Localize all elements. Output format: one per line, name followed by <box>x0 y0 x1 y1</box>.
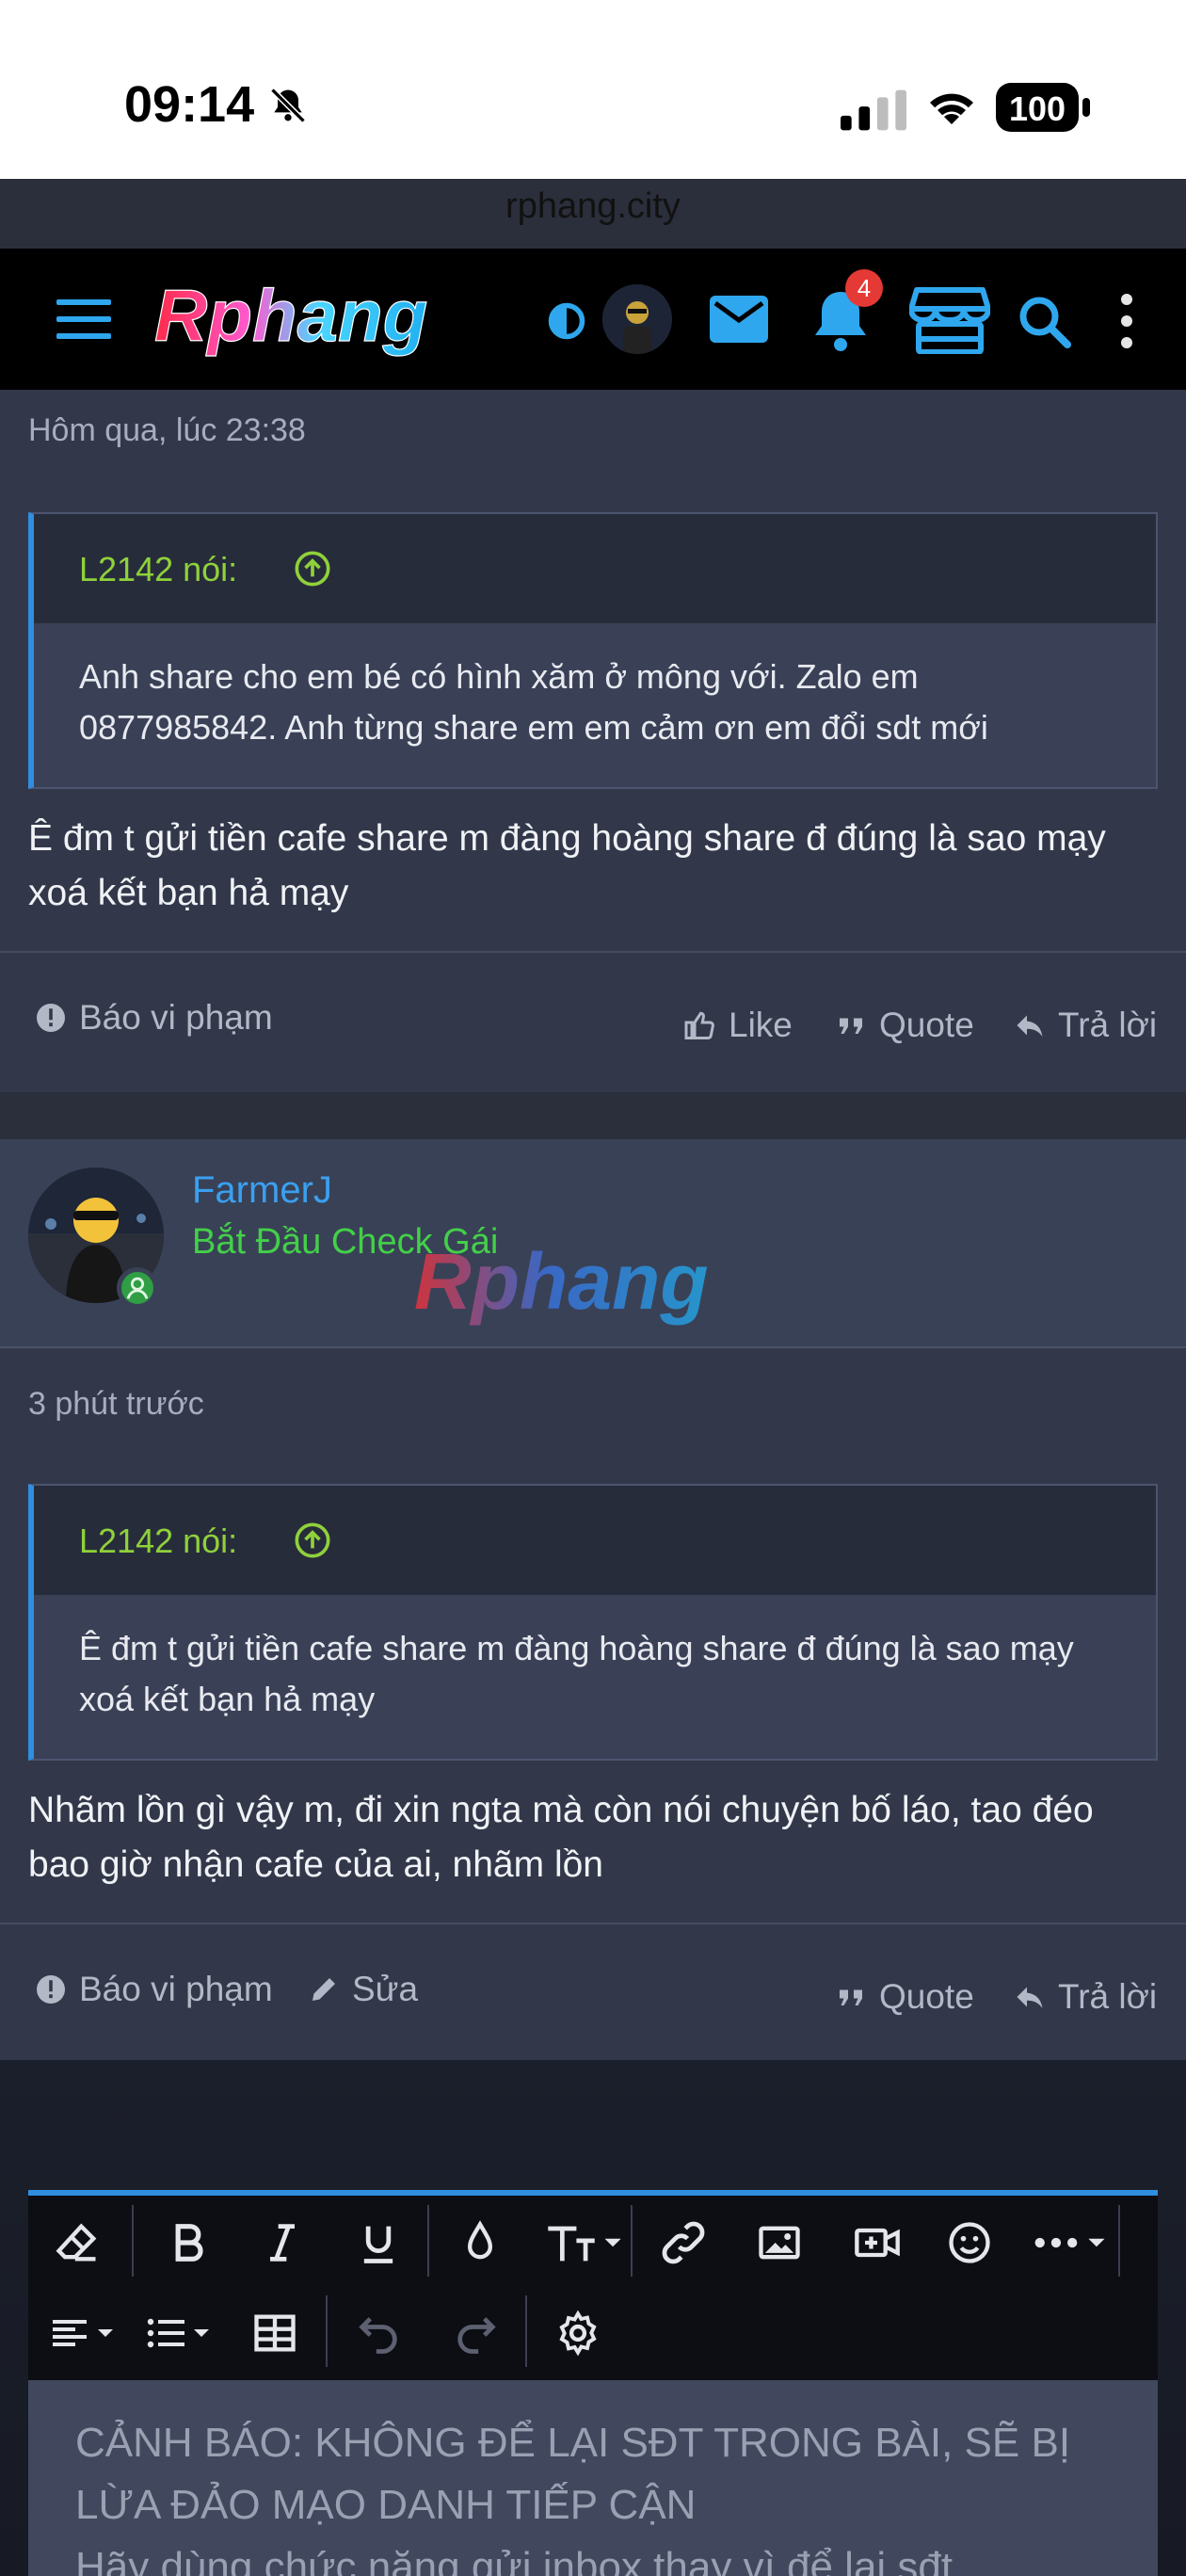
quote-text: Anh share cho em bé có hình xăm ở mông v… <box>34 623 1156 787</box>
editor-toolbar-row-2 <box>28 2286 1158 2376</box>
jump-to-quote-icon[interactable] <box>294 550 331 588</box>
like-button[interactable]: Like <box>683 1006 793 1045</box>
more-options-icon[interactable] <box>1111 292 1143 350</box>
italic-icon[interactable] <box>256 2216 309 2269</box>
like-label: Like <box>729 1006 793 1044</box>
redo-icon[interactable] <box>450 2307 503 2359</box>
search-icon[interactable] <box>1017 294 1071 348</box>
clear-format-icon[interactable] <box>51 2216 104 2269</box>
editor-toolbar-row-1 <box>28 2196 1158 2286</box>
reply-arrow-icon <box>1017 1987 1043 2008</box>
pencil-icon <box>313 1978 335 2001</box>
logo-text: Rphang <box>154 275 427 357</box>
report-label: Báo vi phạm <box>79 998 273 1037</box>
link-icon[interactable] <box>657 2216 710 2269</box>
post-text: Ê đm t gửi tiền cafe share m đàng hoàng … <box>28 818 1106 913</box>
silent-bell-icon <box>270 88 306 123</box>
user-avatar[interactable] <box>602 284 672 354</box>
image-icon[interactable] <box>753 2216 806 2269</box>
mail-icon[interactable] <box>708 294 770 345</box>
quote-label: Quote <box>879 1006 974 1044</box>
reply-label: Trả lời <box>1058 1006 1158 1044</box>
battery-icon: 100 <box>996 83 1090 132</box>
reply-button[interactable]: Trả lời <box>1013 1006 1157 1045</box>
watermark-logo: Rphang <box>414 1237 709 1326</box>
store-icon[interactable] <box>909 286 990 354</box>
report-button[interactable]: Báo vi phạm <box>34 1970 273 2009</box>
menu-icon[interactable] <box>56 298 111 341</box>
quote-block: L2142 nói: Ê đm t gửi tiền cafe share m … <box>28 1484 1158 1761</box>
more-icon[interactable] <box>1028 2216 1113 2269</box>
edit-label: Sửa <box>352 1970 419 2008</box>
divider <box>0 951 1186 953</box>
reply-button[interactable]: Trả lời <box>1013 1977 1157 2017</box>
url-bar[interactable]: rphang.city <box>0 186 1186 227</box>
alert-icon <box>37 1004 65 1032</box>
reply-label: Trả lời <box>1058 1977 1158 2016</box>
report-label: Báo vi phạm <box>79 1970 273 2008</box>
quote-marks-icon <box>840 1989 862 2005</box>
edit-button[interactable]: Sửa <box>307 1970 418 2009</box>
bold-icon[interactable] <box>162 2216 215 2269</box>
editor-placeholder: CẢNH BÁO: KHÔNG ĐỂ LẠI SĐT TRONG BÀI, SẼ… <box>75 2420 1071 2576</box>
underline-icon[interactable] <box>352 2216 405 2269</box>
post-1: Hôm qua, lúc 23:38 L2142 nói: Anh share … <box>0 390 1186 1092</box>
quote-header: L2142 nói: <box>34 514 1156 623</box>
quote-button[interactable]: Quote <box>834 1977 974 2017</box>
quote-marks-icon <box>840 1018 862 1034</box>
post-text: Nhãm lồn gì vậy m, đi xin ngta mà còn nó… <box>28 1790 1094 1885</box>
theme-toggle-icon[interactable] <box>546 300 587 342</box>
online-status-icon <box>117 1267 158 1309</box>
thumbs-up-icon <box>684 1011 714 1039</box>
quote-header: L2142 nói: <box>34 1486 1156 1595</box>
notification-badge: 4 <box>845 269 883 307</box>
table-icon[interactable] <box>248 2307 301 2359</box>
status-time: 09:14 <box>124 76 255 133</box>
quote-author[interactable]: L2142 nói: <box>79 550 237 589</box>
cellular-signal-icon <box>841 89 906 131</box>
quote-author[interactable]: L2142 nói: <box>79 1521 237 1561</box>
wifi-icon <box>930 93 973 124</box>
username[interactable]: FarmerJ <box>192 1169 332 1212</box>
post-2: FarmerJ Bắt Đầu Check Gái Rphang 3 phút … <box>0 1139 1186 2060</box>
post-date: Hôm qua, lúc 23:38 <box>28 412 306 448</box>
text-color-icon[interactable] <box>454 2216 506 2269</box>
report-button[interactable]: Báo vi phạm <box>34 998 273 1038</box>
alert-icon <box>37 1975 65 2004</box>
status-bar: 09:14 100 rphang.city <box>0 0 1186 226</box>
divider <box>0 1923 1186 1924</box>
battery-level: 100 <box>1009 89 1066 128</box>
quote-text: Ê đm t gửi tiền cafe share m đàng hoàng … <box>34 1595 1156 1759</box>
undo-icon[interactable] <box>352 2307 405 2359</box>
reply-arrow-icon <box>1017 1015 1043 1037</box>
quote-block: L2142 nói: Anh share cho em bé có hình x… <box>28 512 1158 789</box>
quote-button[interactable]: Quote <box>834 1006 974 1045</box>
post-user-header: FarmerJ Bắt Đầu Check Gái Rphang <box>0 1139 1186 1348</box>
settings-gear-icon[interactable] <box>552 2307 604 2359</box>
post-date: 3 phút trước <box>28 1386 204 1422</box>
editor-input[interactable]: CẢNH BÁO: KHÔNG ĐỂ LẠI SĐT TRONG BÀI, SẼ… <box>28 2380 1158 2576</box>
align-icon[interactable] <box>47 2307 126 2359</box>
list-icon[interactable] <box>143 2307 222 2359</box>
quote-label: Quote <box>879 1977 974 2016</box>
jump-to-quote-icon[interactable] <box>294 1521 331 1559</box>
emoji-icon[interactable] <box>943 2216 996 2269</box>
site-logo[interactable]: Rphang <box>151 275 499 365</box>
reply-editor: CẢNH BÁO: KHÔNG ĐỂ LẠI SĐT TRONG BÀI, SẼ… <box>28 2190 1158 2576</box>
top-nav: Rphang 4 <box>0 249 1186 390</box>
font-size-icon[interactable] <box>542 2216 627 2269</box>
video-icon[interactable] <box>851 2216 904 2269</box>
watermark-text: Rphang <box>414 1237 709 1326</box>
